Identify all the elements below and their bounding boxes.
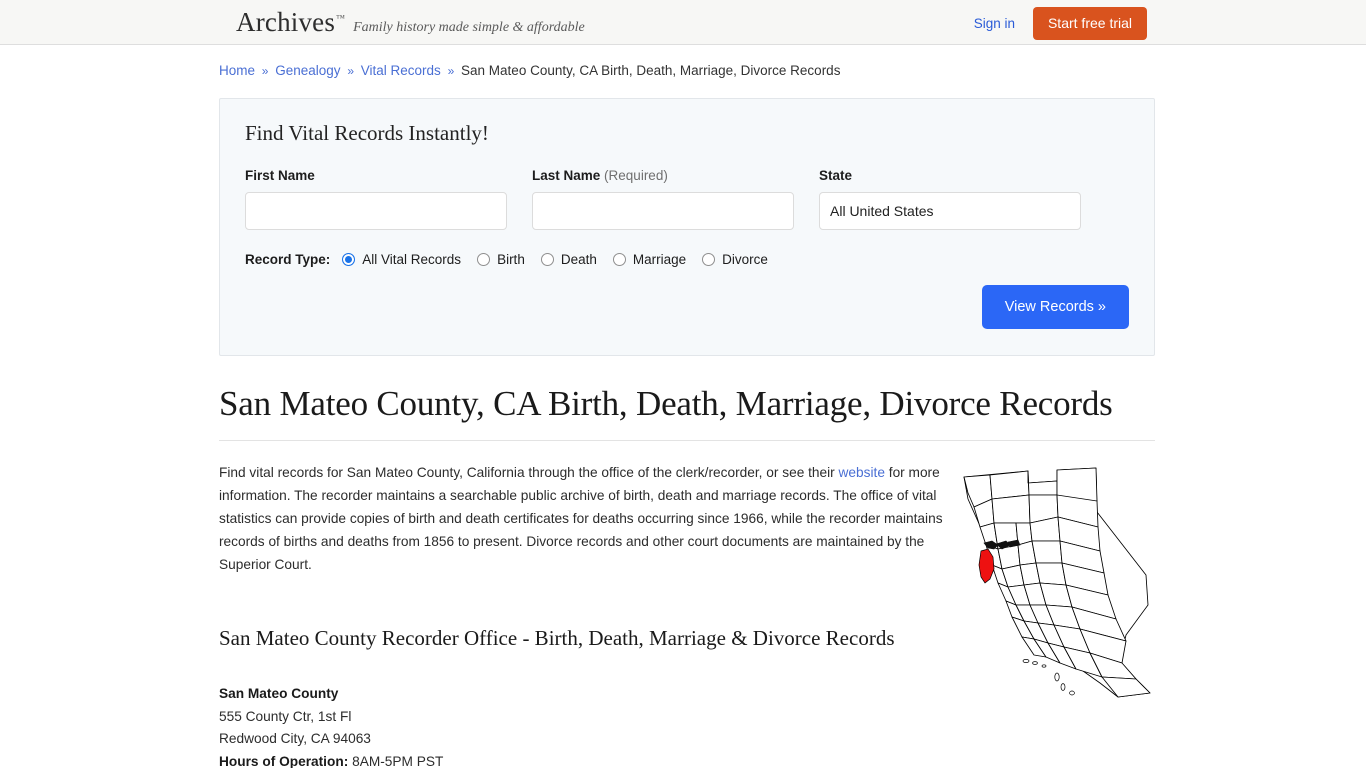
california-county-map [950, 465, 1155, 703]
radio-label: Death [560, 252, 597, 267]
brand-name: Archives™ [236, 6, 346, 37]
office-hours-value: 8AM-5PM PST [352, 753, 444, 768]
first-name-field-group: First Name [245, 168, 507, 230]
site-header: Archives™ Family history made simple & a… [0, 0, 1366, 45]
office-address-line-1: 555 County Ctr, 1st Fl [219, 708, 352, 724]
breadcrumb-separator: » [261, 64, 269, 78]
intro-text-part2: for more information. The recorder maint… [219, 465, 943, 572]
page-container: Home » Genealogy » Vital Records » San M… [0, 45, 1366, 768]
radio-divorce[interactable]: Divorce [702, 252, 768, 267]
radio-birth[interactable]: Birth [477, 252, 525, 267]
radio-icon [540, 253, 554, 266]
radio-label: All Vital Records [362, 252, 462, 267]
brand-tagline: Family history made simple & affordable [353, 19, 585, 35]
breadcrumb-item-vital-records[interactable]: Vital Records [361, 63, 441, 78]
header-actions: Sign in Start free trial [974, 7, 1147, 40]
last-name-label: Last Name (Required) [532, 168, 668, 183]
office-hours: Hours of Operation: 8AM-5PM PST [219, 751, 1155, 768]
radio-label: Marriage [632, 252, 687, 267]
header-inner: Archives™ Family history made simple & a… [0, 7, 1366, 38]
radio-icon [477, 253, 491, 266]
sign-in-link[interactable]: Sign in [974, 16, 1015, 31]
state-label: State [819, 168, 853, 183]
radio-death[interactable]: Death [540, 252, 597, 267]
search-panel-title: Find Vital Records Instantly! [245, 121, 489, 145]
trademark-icon: ™ [336, 12, 346, 23]
intro-paragraph: Find vital records for San Mateo County,… [219, 461, 954, 576]
record-type-label: Record Type: [245, 252, 331, 267]
breadcrumb-separator: » [347, 64, 354, 78]
submit-row: View Records » [245, 285, 1129, 329]
last-name-input[interactable] [532, 192, 794, 230]
article: Find vital records for San Mateo County,… [219, 461, 1155, 768]
view-records-button[interactable]: View Records » [981, 285, 1129, 329]
radio-marriage[interactable]: Marriage [612, 252, 687, 267]
search-fields-row: First Name Last Name (Required) State Al… [245, 168, 1129, 230]
breadcrumb-item-home[interactable]: Home [219, 63, 255, 78]
intro-text-part1: Find vital records for San Mateo County,… [219, 465, 839, 480]
breadcrumb-item-current: San Mateo County, CA Birth, Death, Marri… [461, 63, 841, 78]
page-title: San Mateo County, CA Birth, Death, Marri… [219, 384, 1155, 441]
record-type-row: Record Type: All Vital Records Birth Dea… [245, 252, 1129, 267]
breadcrumb-separator: » [447, 64, 455, 78]
vital-records-search-panel: Find Vital Records Instantly! First Name… [219, 98, 1155, 356]
last-name-required-note: (Required) [604, 168, 668, 183]
state-select[interactable]: All United States [819, 192, 1081, 230]
office-hours-label: Hours of Operation: [219, 753, 349, 768]
breadcrumb-item-genealogy[interactable]: Genealogy [275, 63, 340, 78]
breadcrumb: Home » Genealogy » Vital Records » San M… [219, 45, 1155, 78]
radio-icon [702, 253, 716, 266]
last-name-field-group: Last Name (Required) [532, 168, 794, 230]
radio-icon [612, 253, 626, 266]
county-website-link[interactable]: website [839, 465, 885, 480]
brand-logo[interactable]: Archives™ Family history made simple & a… [236, 7, 585, 38]
content-column: Home » Genealogy » Vital Records » San M… [219, 45, 1155, 768]
california-map-svg [963, 467, 1151, 698]
first-name-label: First Name [245, 168, 315, 183]
state-field-group: State All United States [819, 168, 1081, 230]
radio-all-vital-records[interactable]: All Vital Records [342, 252, 461, 267]
radio-label: Divorce [722, 252, 768, 267]
radio-icon [342, 253, 356, 266]
start-free-trial-button[interactable]: Start free trial [1032, 7, 1147, 40]
first-name-input[interactable] [245, 192, 507, 230]
office-address-line-2: Redwood City, CA 94063 [219, 731, 371, 746]
radio-label: Birth [497, 252, 525, 267]
